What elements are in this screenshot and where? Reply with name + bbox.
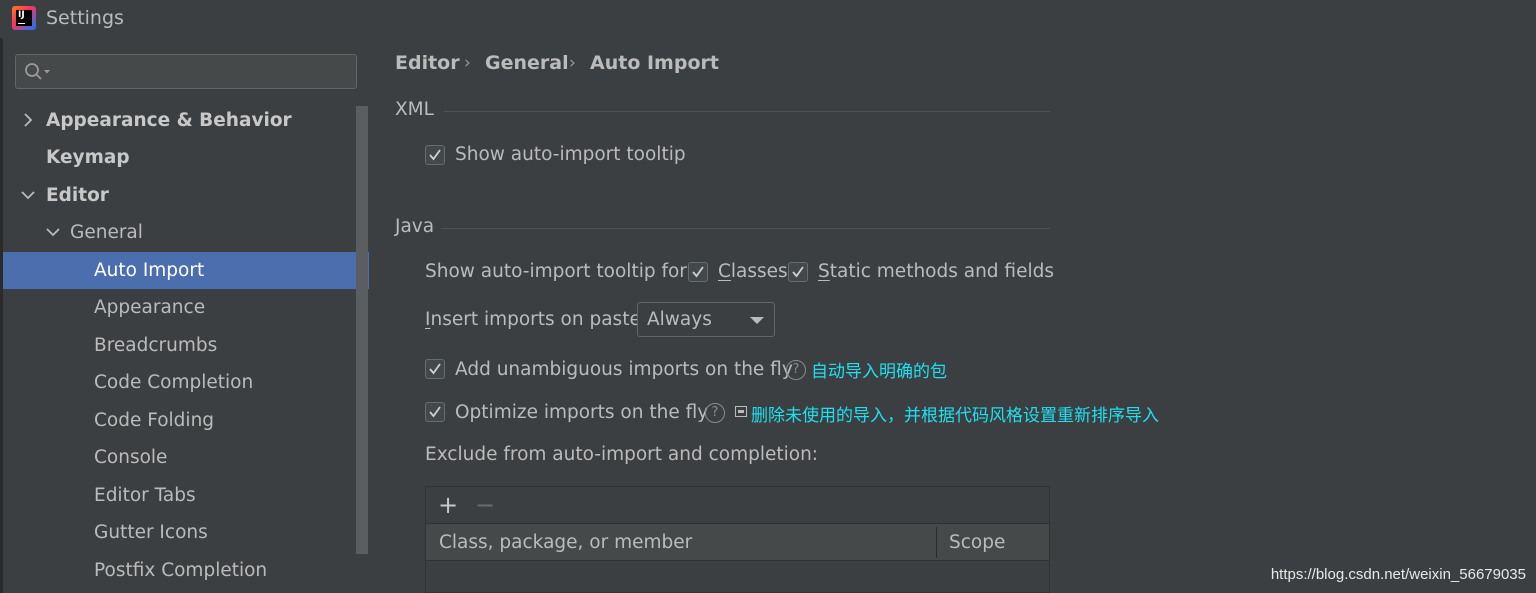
show-tooltip-xml-checkbox[interactable]	[425, 145, 445, 165]
insert-on-paste-select[interactable]: Always	[637, 302, 775, 337]
checkmark-icon	[792, 266, 804, 278]
breadcrumb-separator: ›	[569, 53, 576, 73]
sidebar-item-appearance[interactable]: Appearance	[3, 289, 369, 326]
breadcrumb-separator: ›	[464, 53, 471, 73]
settings-window-icon[interactable]	[735, 406, 747, 417]
table-toolbar: + −	[426, 487, 1049, 524]
breadcrumb-item-auto-import: Auto Import	[590, 52, 719, 74]
sidebar-item-general[interactable]: General	[3, 214, 369, 251]
sidebar-item-label: General	[70, 222, 143, 243]
sidebar-item-label: Gutter Icons	[94, 522, 208, 543]
sidebar-item-label: Breadcrumbs	[94, 335, 218, 356]
column-header-scope[interactable]: Scope	[949, 524, 1005, 561]
sidebar-item-label: Appearance & Behavior	[46, 110, 292, 131]
annotation-optimize-imports: 删除未使用的导入，并根据代码风格设置重新排序导入	[751, 406, 1159, 426]
add-unambiguous-label[interactable]: Add unambiguous imports on the fly	[455, 359, 793, 380]
add-unambiguous-checkbox[interactable]	[425, 359, 445, 379]
dropdown-arrow-icon	[750, 317, 764, 324]
sidebar-item-label: Editor	[46, 185, 109, 206]
remove-icon[interactable]: −	[475, 491, 495, 519]
sidebar-item-label: Editor Tabs	[94, 485, 196, 506]
tooltip-for-label: Show auto-import tooltip for:	[425, 261, 693, 282]
show-tooltip-xml-label[interactable]: Show auto-import tooltip	[455, 144, 686, 165]
checkmark-icon	[692, 266, 704, 278]
optimize-imports-label[interactable]: Optimize imports on the fly	[455, 402, 708, 423]
sidebar-item-label: Keymap	[46, 147, 130, 168]
annotation-add-unambiguous: 自动导入明确的包	[811, 362, 947, 382]
exclude-table: + − Class, package, or member Scope	[425, 486, 1050, 593]
watermark: https://blog.csdn.net/weixin_56679035	[1270, 566, 1526, 583]
settings-content: Editor › General › Auto Import XML Show …	[369, 38, 1536, 593]
title-bar: IJ Settings	[0, 0, 1536, 38]
help-icon[interactable]: ?	[705, 403, 725, 423]
sidebar-item-gutter-icons[interactable]: Gutter Icons	[3, 514, 369, 551]
sidebar-item-keymap[interactable]: Keymap	[3, 139, 369, 176]
sidebar-item-code-completion[interactable]: Code Completion	[3, 364, 369, 401]
intellij-app-icon: IJ	[12, 6, 36, 30]
table-header: Class, package, or member Scope	[426, 524, 1049, 561]
static-methods-checkbox[interactable]	[788, 262, 808, 282]
help-icon[interactable]: ?	[786, 360, 806, 380]
insert-on-paste-label: Insert imports on paste:	[425, 309, 648, 330]
settings-search-input[interactable]	[15, 54, 357, 89]
sidebar-item-label: Code Folding	[94, 410, 215, 431]
java-group-title: Java	[395, 216, 435, 237]
group-divider	[444, 111, 1050, 112]
checkmark-icon	[429, 363, 441, 375]
insert-on-paste-value: Always	[647, 309, 712, 330]
search-icon[interactable]	[24, 62, 52, 82]
sidebar-item-auto-import[interactable]: Auto Import	[3, 252, 369, 289]
add-icon[interactable]: +	[438, 491, 458, 519]
checkmark-icon	[429, 406, 441, 418]
sidebar-item-breadcrumbs[interactable]: Breadcrumbs	[3, 327, 369, 364]
chevron-down-icon[interactable]	[21, 188, 35, 202]
window-title: Settings	[46, 7, 124, 29]
chevron-right-icon[interactable]	[21, 113, 35, 127]
sidebar-item-label: Console	[94, 447, 168, 468]
checkmark-icon	[429, 149, 441, 161]
breadcrumb-item-editor[interactable]: Editor	[395, 52, 460, 74]
sidebar-scrollbar[interactable]	[356, 106, 368, 554]
sidebar-item-postfix-completion[interactable]: Postfix Completion	[3, 552, 369, 589]
optimize-imports-checkbox[interactable]	[425, 402, 445, 422]
app-icon-text: IJ	[18, 10, 25, 20]
column-divider	[936, 527, 937, 558]
settings-sidebar: Appearance & Behavior Keymap Editor Gene…	[3, 38, 369, 593]
sidebar-item-editor-tabs[interactable]: Editor Tabs	[3, 477, 369, 514]
sidebar-item-console[interactable]: Console	[3, 439, 369, 476]
sidebar-item-label: Code Completion	[94, 372, 254, 393]
sidebar-item-editor[interactable]: Editor	[3, 177, 369, 214]
sidebar-item-code-folding[interactable]: Code Folding	[3, 402, 369, 439]
static-methods-label[interactable]: Static methods and fields	[818, 261, 1054, 282]
sidebar-item-label: Auto Import	[94, 260, 205, 281]
classes-checkbox[interactable]	[688, 262, 708, 282]
classes-label[interactable]: Classes	[718, 261, 788, 282]
column-header-class[interactable]: Class, package, or member	[439, 524, 692, 561]
chevron-down-icon[interactable]	[46, 225, 60, 239]
exclude-label: Exclude from auto-import and completion:	[425, 444, 819, 465]
group-divider	[441, 228, 1050, 229]
breadcrumb-item-general[interactable]: General	[485, 52, 569, 74]
xml-group-title: XML	[395, 99, 434, 120]
sidebar-item-label: Postfix Completion	[94, 560, 268, 581]
sidebar-item-label: Appearance	[94, 297, 206, 318]
sidebar-item-appearance-behavior[interactable]: Appearance & Behavior	[3, 102, 369, 139]
